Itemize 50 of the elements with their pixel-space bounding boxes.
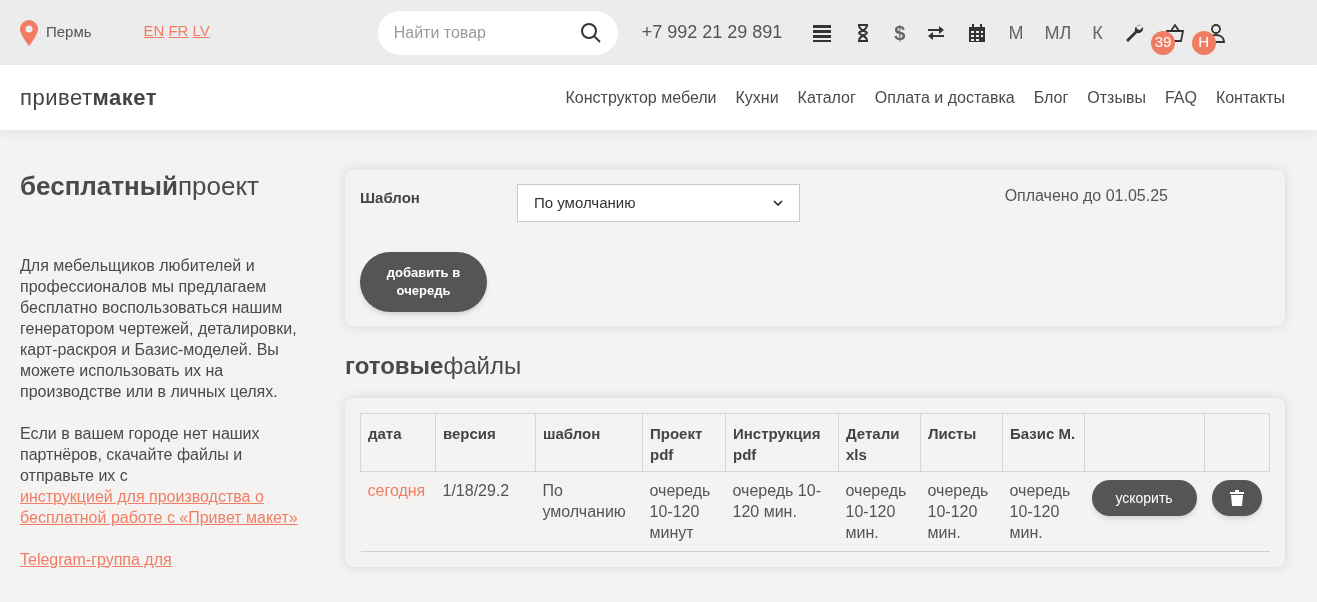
- column-header: Инструкция pdf: [725, 413, 839, 472]
- nav-link[interactable]: Контакты: [1215, 85, 1285, 110]
- column-header: Проект pdf: [642, 413, 726, 472]
- site-logo[interactable]: приветмакет: [20, 81, 157, 114]
- table-cell: очередь 10-120 мин.: [838, 471, 921, 552]
- table-cell: очередь 10-120 мин.: [725, 471, 839, 552]
- table-cell: очередь 10-120 мин.: [1002, 471, 1085, 552]
- notification-badge: Н: [1191, 30, 1216, 55]
- chevron-down-icon: [773, 200, 783, 206]
- notification-badge: 39: [1150, 30, 1176, 55]
- section-title: бесплатныйпроект: [20, 170, 260, 203]
- location-pin-icon: [20, 19, 38, 46]
- toolbar-button[interactable]: К: [1092, 23, 1103, 42]
- column-header: Детали xls: [838, 413, 921, 472]
- search-field[interactable]: Найти товар: [377, 10, 618, 55]
- column-header: Базис М.: [1002, 413, 1085, 472]
- nav-link[interactable]: Кухни: [735, 85, 779, 110]
- column-header: Листы: [920, 413, 1003, 472]
- search-icon: [579, 21, 602, 44]
- nav-link[interactable]: Конструктор мебели: [565, 85, 717, 110]
- nav-link[interactable]: Каталог: [797, 85, 856, 110]
- table-cell: 1/18/29.2: [435, 471, 536, 552]
- table-cell: очередь 10-120 мин.: [920, 471, 1003, 552]
- toolbar-button[interactable]: М: [1008, 23, 1024, 42]
- calendar-icon: [967, 22, 988, 43]
- column-header: версия: [435, 413, 536, 472]
- list-icon: [812, 22, 833, 43]
- paid-until-text: Оплачено до 01.05.25: [1004, 186, 1168, 206]
- template-label: Шаблон: [360, 188, 421, 208]
- nav-link[interactable]: Отзывы: [1087, 85, 1146, 110]
- nav-link[interactable]: Блог: [1033, 85, 1069, 110]
- trash-icon: [1229, 490, 1244, 506]
- description-paragraph: Для мебельщиков любителей и профессионалов мы предлагаем бесплатно воспользоваться нашим генератором чертежей, деталировки, карт-раскроя и Базис-моделей. Вы можете использовать их на производстве или в личных целях.: [20, 255, 298, 402]
- section-title: готовыефайлы: [345, 351, 523, 381]
- table-cell: По умолчанию: [535, 471, 643, 552]
- delete-button[interactable]: [1211, 480, 1262, 516]
- speed-up-button[interactable]: ускорить: [1091, 480, 1197, 516]
- toolbar-button[interactable]: МЛ: [1044, 23, 1072, 42]
- toolbar-button[interactable]: $: [894, 22, 906, 43]
- column-header: шаблон: [535, 413, 643, 472]
- nav-link[interactable]: Оплата и доставка: [874, 85, 1015, 110]
- add-to-queue-button[interactable]: добавить в очередь: [360, 252, 487, 312]
- phone-number: +7 992 21 29 891: [641, 21, 783, 44]
- description-paragraph: Если в вашем городе нет наших партнёров, скачайте файлы и отправьте их с: [20, 423, 261, 486]
- table-cell: сегодня: [360, 471, 436, 552]
- table-cell: очередь 10-120 минут: [642, 471, 726, 552]
- city-name: Пермь: [46, 22, 92, 43]
- column-header: дата: [360, 413, 436, 472]
- template-select[interactable]: По умолчанию: [517, 184, 800, 222]
- nav-link[interactable]: FAQ: [1164, 85, 1197, 110]
